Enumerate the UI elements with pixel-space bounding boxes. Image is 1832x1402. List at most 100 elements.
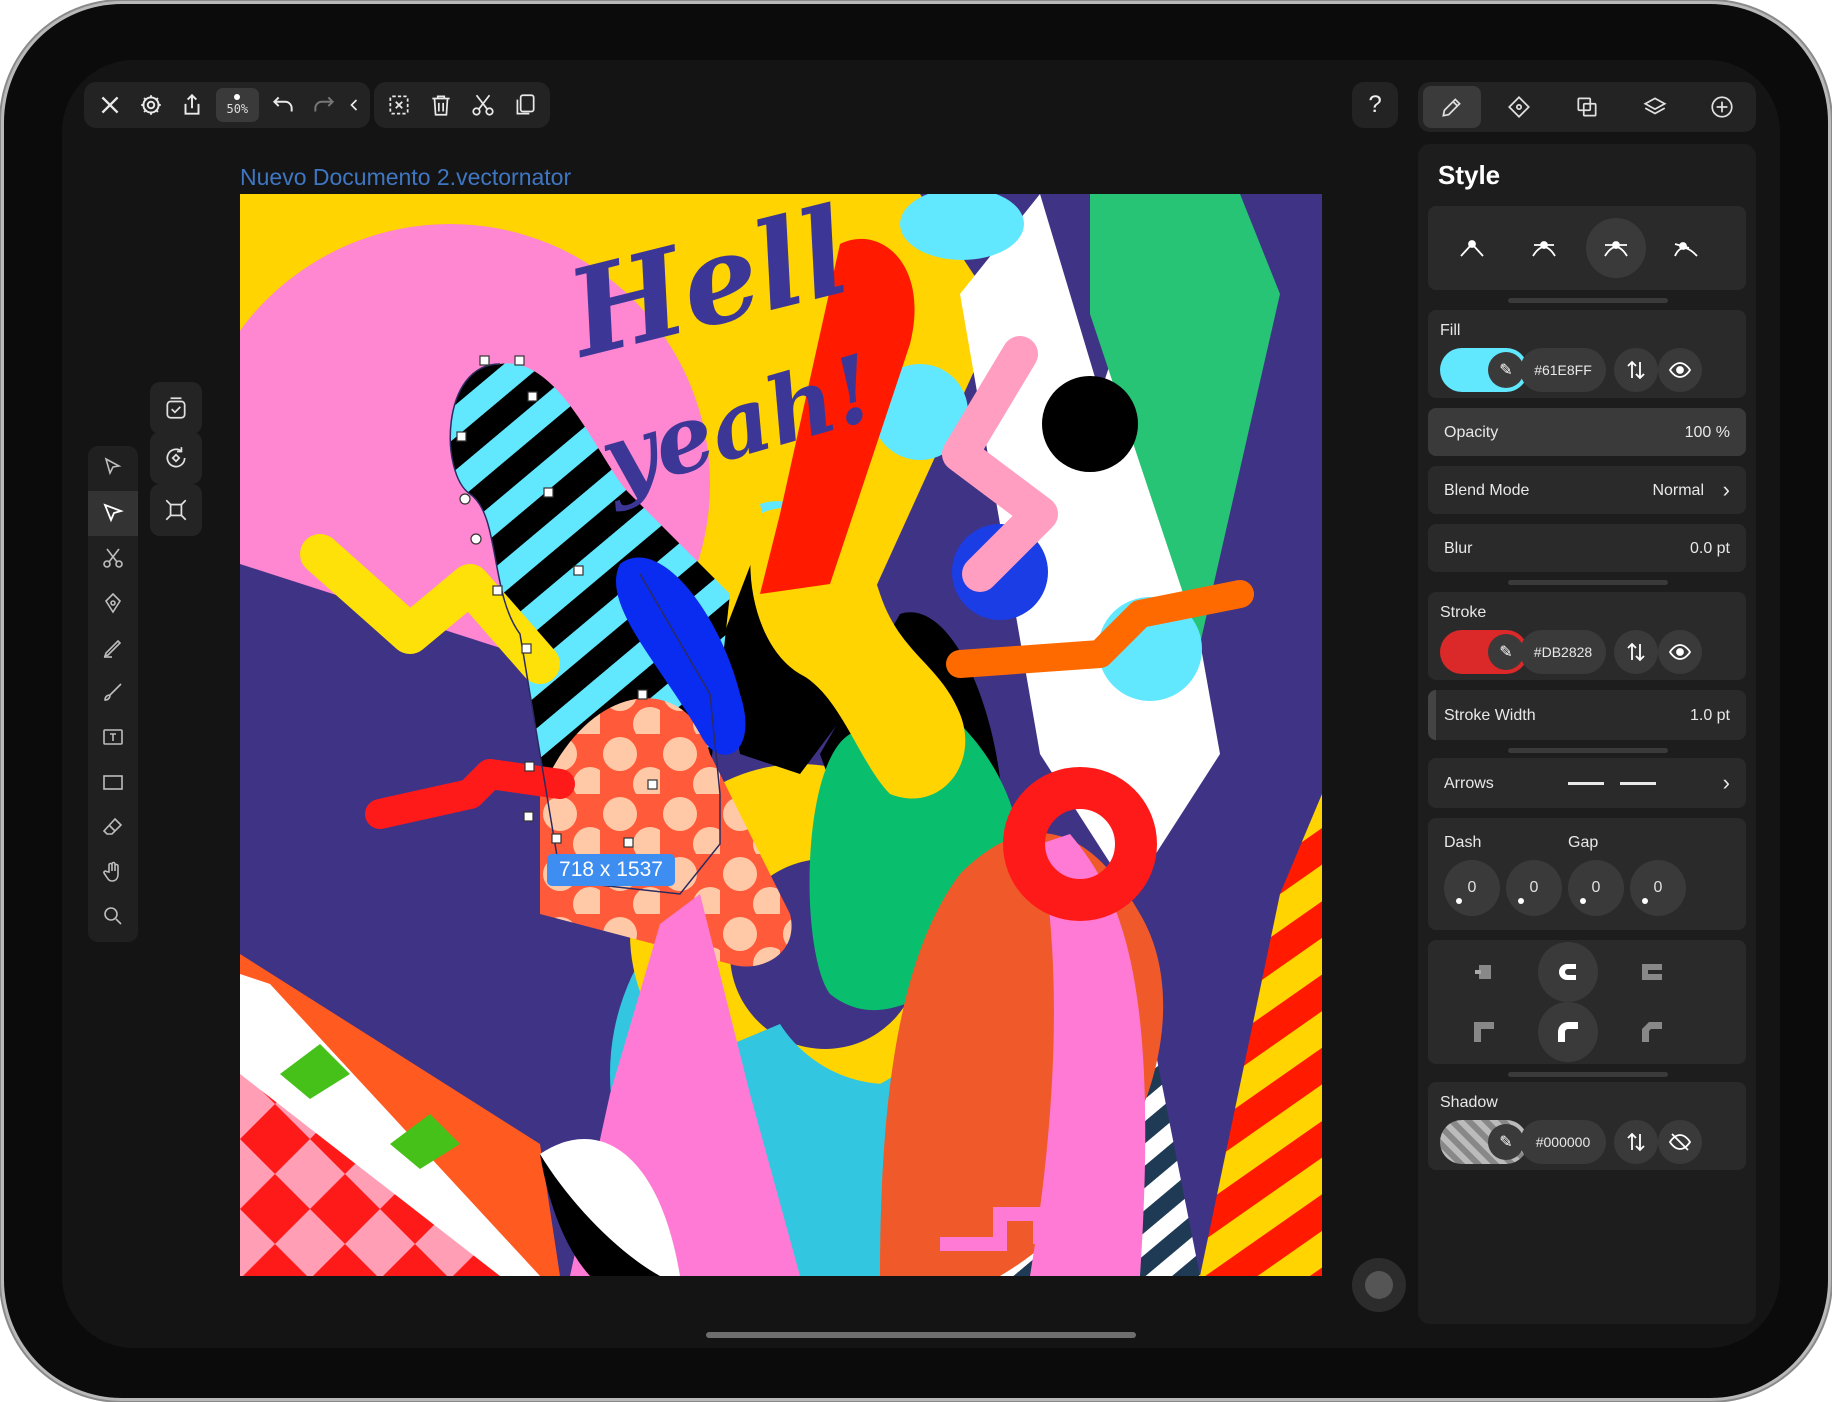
cap-butt-icon	[1475, 965, 1491, 979]
tab-add[interactable]	[1693, 86, 1751, 128]
undo-button[interactable]	[263, 83, 304, 127]
eyedropper-icon[interactable]: ✎	[1488, 634, 1524, 670]
node-sharp-icon	[1460, 240, 1484, 257]
tool-text[interactable]	[88, 715, 138, 760]
join-round-button[interactable]	[1538, 1002, 1598, 1062]
collapse-toolbar-button[interactable]	[344, 83, 364, 127]
cut-icon	[472, 94, 494, 116]
shadow-swap-button[interactable]	[1614, 1120, 1658, 1164]
cap-round-button[interactable]	[1538, 942, 1598, 1002]
shadow-color-swatch[interactable]: ✎	[1440, 1120, 1528, 1164]
blend-mode-value: Normal	[1652, 482, 1704, 499]
panel-title: Style	[1438, 160, 1501, 190]
arrows-label: Arrows	[1444, 775, 1494, 792]
main-toolbar: 50%	[84, 82, 370, 128]
cut-button[interactable]	[462, 83, 504, 127]
swap-icon	[1627, 1132, 1645, 1152]
blur-row[interactable]: Blur 0.0 pt	[1428, 524, 1746, 572]
duplicate-button[interactable]	[504, 83, 546, 127]
tool-hand[interactable]	[88, 849, 138, 894]
hand-icon	[103, 861, 119, 882]
fill-hex-value[interactable]: #61E8FF	[1520, 348, 1606, 392]
node-smooth-button[interactable]	[1514, 218, 1574, 278]
node-sharp-button[interactable]	[1442, 218, 1502, 278]
join-round-icon	[1558, 1022, 1578, 1042]
zoom-indicator[interactable]: 50%	[216, 88, 259, 122]
dash-1-knob[interactable]: 0	[1444, 860, 1500, 916]
swap-icon	[1627, 360, 1645, 380]
inspector-tabs	[1418, 82, 1756, 132]
fill-visibility-button[interactable]	[1658, 348, 1702, 392]
opacity-row[interactable]: Opacity 100 %	[1428, 408, 1746, 456]
node-smooth-icon	[1532, 241, 1556, 257]
quick-action-button[interactable]	[1352, 1258, 1406, 1312]
tool-pen[interactable]	[88, 580, 138, 625]
join-miter-icon	[1474, 1022, 1494, 1042]
join-miter-button[interactable]	[1454, 1002, 1514, 1062]
stroke-visibility-button[interactable]	[1658, 630, 1702, 674]
duplicate-icon	[516, 94, 535, 115]
node-type-card	[1428, 206, 1746, 290]
gap-2-knob[interactable]: 0	[1630, 860, 1686, 916]
tool-scissors[interactable]	[88, 536, 138, 581]
eyedropper-icon[interactable]: ✎	[1488, 352, 1524, 388]
undo-icon	[272, 96, 293, 112]
help-label: ?	[1368, 91, 1382, 118]
artboard[interactable]: Hell yeah!	[240, 194, 1322, 1276]
arrow-start-line[interactable]	[1568, 782, 1604, 785]
opacity-value: 100 %	[1684, 424, 1730, 441]
delete-button[interactable]	[420, 83, 462, 127]
blur-label: Blur	[1444, 540, 1473, 557]
redo-button[interactable]	[303, 83, 344, 127]
rotate-button[interactable]	[150, 432, 202, 484]
tab-arrange[interactable]	[1558, 86, 1616, 128]
style-panel: Style Fill ✎ #61E8FF Opacity 100 % Blend…	[1418, 144, 1756, 1324]
zoom-icon	[104, 907, 122, 925]
share-button[interactable]	[171, 83, 212, 127]
tab-path[interactable]	[1490, 86, 1548, 128]
tool-brush[interactable]	[88, 670, 138, 715]
join-bevel-button[interactable]	[1622, 1002, 1682, 1062]
stroke-color-swatch[interactable]: ✎	[1440, 630, 1528, 674]
blend-mode-row[interactable]: Blend Mode Normal ›	[1428, 466, 1746, 514]
cap-square-icon	[1642, 964, 1662, 980]
shadow-hex-value[interactable]: #000000	[1520, 1120, 1606, 1164]
help-button[interactable]: ?	[1352, 82, 1398, 128]
close-button[interactable]	[90, 83, 131, 127]
blend-mode-label: Blend Mode	[1444, 482, 1530, 499]
tool-pencil[interactable]	[88, 625, 138, 670]
document-title: Nuevo Documento 2.vectornator	[240, 164, 572, 190]
dash-2-knob[interactable]: 0	[1568, 860, 1624, 916]
gap-1-knob[interactable]: 0	[1506, 860, 1562, 916]
cap-square-button[interactable]	[1622, 942, 1682, 1002]
eyedropper-icon[interactable]: ✎	[1488, 1124, 1524, 1160]
node-symmetric-button[interactable]	[1586, 218, 1646, 278]
stroke-width-label: Stroke Width	[1444, 707, 1536, 724]
transform-button[interactable]	[150, 484, 202, 536]
node-asymmetric-button[interactable]	[1656, 218, 1716, 278]
fill-color-swatch[interactable]: ✎	[1440, 348, 1528, 392]
tool-zoom[interactable]	[88, 894, 138, 939]
cap-butt-button[interactable]	[1454, 942, 1514, 1002]
shadow-visibility-button[interactable]	[1658, 1120, 1702, 1164]
stroke-width-row[interactable]: Stroke Width 1.0 pt	[1428, 690, 1746, 740]
stroke-swap-button[interactable]	[1614, 630, 1658, 674]
tool-rectangle[interactable]	[88, 760, 138, 805]
deselect-button[interactable]	[378, 83, 420, 127]
stroke-hex-value[interactable]: #DB2828	[1520, 630, 1606, 674]
fill-swap-button[interactable]	[1614, 348, 1658, 392]
tool-direct-select[interactable]	[88, 490, 138, 536]
tab-style[interactable]	[1422, 86, 1481, 128]
direct-select-icon	[103, 503, 124, 523]
node-asymmetric-icon	[1674, 242, 1698, 257]
arrows-row[interactable]: Arrows ›	[1428, 758, 1746, 808]
tool-select[interactable]	[88, 446, 138, 491]
tab-layers[interactable]	[1626, 86, 1684, 128]
select-all-nodes-button[interactable]	[150, 382, 202, 434]
settings-button[interactable]	[131, 83, 172, 127]
arrow-end-line[interactable]	[1620, 782, 1656, 785]
trash-icon	[432, 95, 450, 116]
tool-eraser[interactable]	[88, 804, 138, 849]
zoom-label: 50%	[226, 102, 249, 116]
close-icon	[101, 96, 119, 114]
